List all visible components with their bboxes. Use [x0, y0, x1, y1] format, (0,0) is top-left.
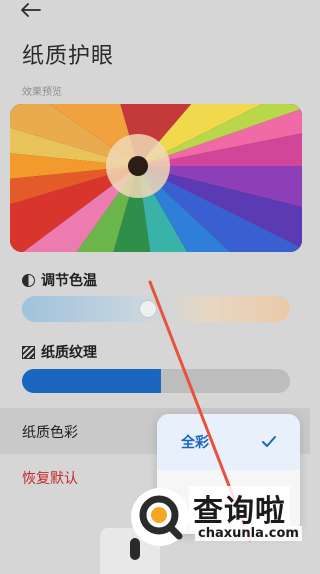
watermark: 查询啦 chaxunla.com: [131, 484, 305, 550]
paper-color-label: 纸质色彩: [22, 425, 78, 441]
color-temperature-label: 调节色温: [41, 273, 97, 289]
arrow-left-icon: [21, 3, 41, 17]
color-temperature-row: 调节色温: [22, 270, 97, 290]
colored-pencils-image: [10, 104, 302, 252]
back-button[interactable]: [18, 2, 46, 22]
check-icon: [262, 436, 276, 447]
paper-texture-slider[interactable]: [22, 369, 290, 393]
slider-thumb[interactable]: [138, 300, 157, 318]
dropdown-option-label: 全彩: [181, 435, 209, 451]
reset-default-button[interactable]: 恢复默认: [22, 468, 78, 488]
paper-texture-row: 纸质纹理: [22, 342, 97, 362]
search-logo-icon: [139, 495, 183, 540]
watermark-title: 查询啦: [189, 486, 290, 530]
preview-image: [10, 104, 302, 252]
dropdown-option-full-color[interactable]: 全彩: [157, 414, 300, 470]
watermark-logo: [131, 488, 189, 546]
watermark-url: chaxunla.com: [195, 526, 302, 541]
color-temperature-slider[interactable]: [22, 296, 290, 322]
preview-label: 效果预览: [22, 87, 62, 98]
half-circle-icon: [22, 273, 35, 287]
page-title: 纸质护眼: [22, 44, 115, 69]
paper-texture-label: 纸质纹理: [41, 345, 97, 361]
paper-texture-fill: [22, 369, 162, 393]
stripe-icon: [22, 345, 35, 359]
